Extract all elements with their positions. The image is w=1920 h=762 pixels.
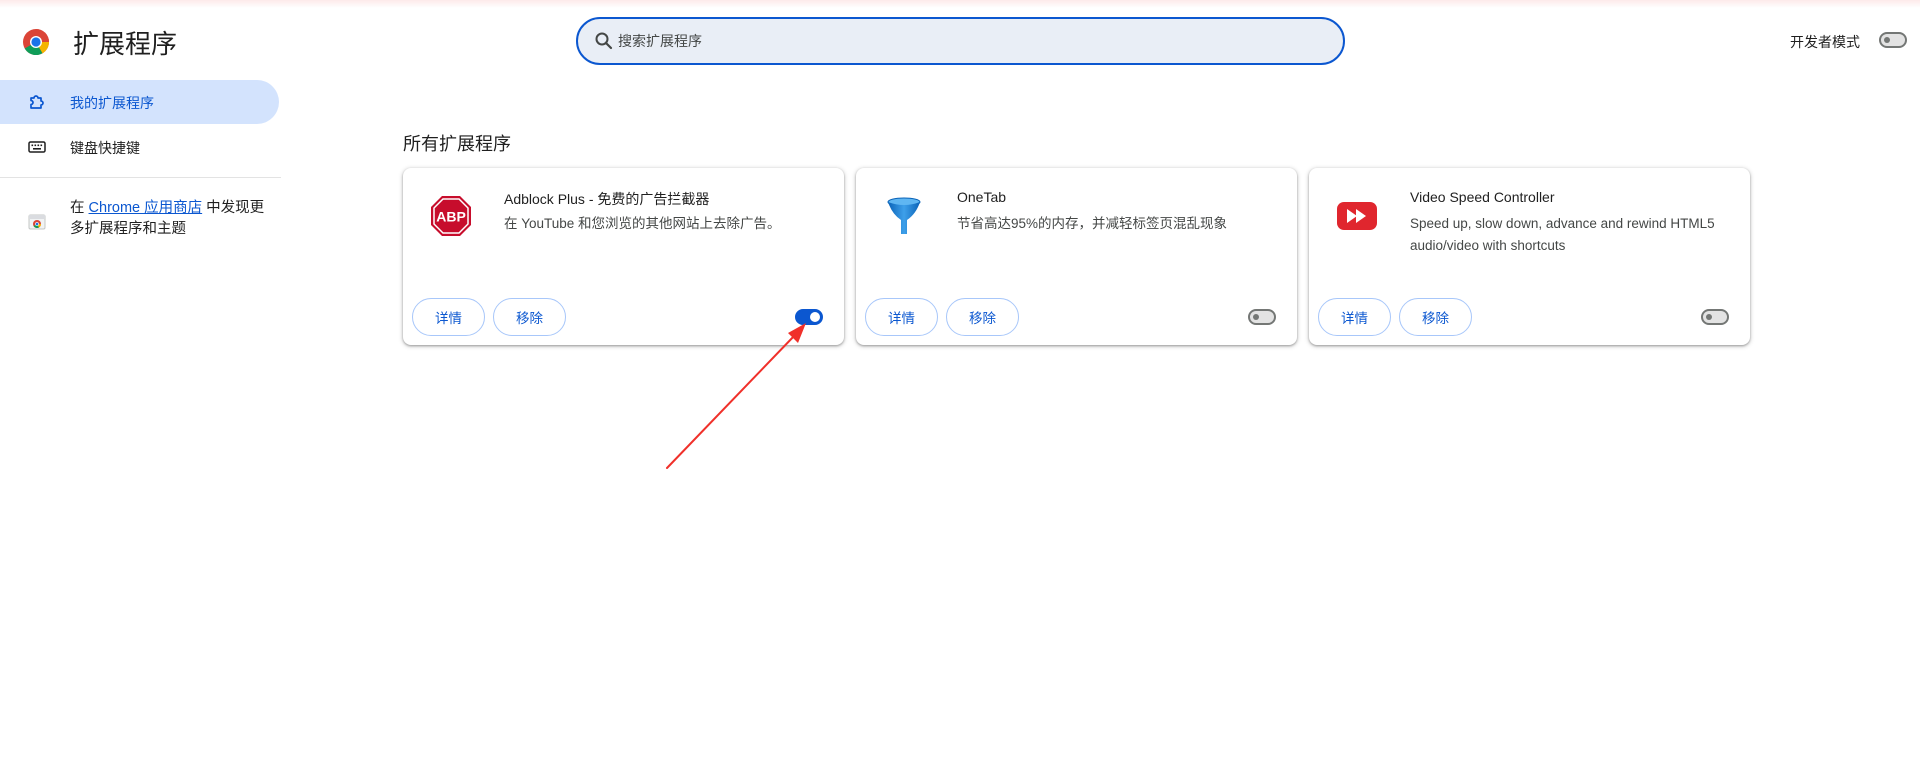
extension-description: Speed up, slow down, advance and rewind … (1410, 216, 1715, 253)
extension-enable-toggle[interactable] (1701, 309, 1729, 325)
extension-description: 节省高达95%的内存，并减轻标签页混乱现象 (957, 216, 1228, 231)
funnel-icon (887, 197, 921, 234)
details-button[interactable]: 详情 (1318, 298, 1391, 336)
extension-card-video-speed-controller: Video Speed Controller Speed up, slow do… (1309, 168, 1750, 345)
search-box[interactable] (576, 17, 1345, 65)
annotation-arrow (666, 323, 806, 469)
store-prefix: 在 (70, 200, 89, 216)
chrome-web-store-link[interactable]: Chrome 应用商店 (89, 200, 203, 216)
sidebar-item-label: 我的扩展程序 (70, 95, 154, 111)
developer-mode-label: 开发者模式 (1790, 34, 1860, 50)
keyboard-icon (28, 141, 46, 153)
top-gradient-strip (0, 0, 1920, 8)
toggle-knob (1884, 37, 1890, 43)
extension-card-onetab: OneTab 节省高达95%的内存，并减轻标签页混乱现象 详情 移除 (856, 168, 1297, 345)
svg-text:ABP: ABP (436, 209, 466, 225)
remove-button[interactable]: 移除 (493, 298, 566, 336)
toggle-knob (1253, 314, 1259, 320)
sidebar-item-my-extensions[interactable]: 我的扩展程序 (0, 80, 279, 124)
toggle-knob (1706, 314, 1712, 320)
page-title: 扩展程序 (73, 29, 178, 59)
extension-enable-toggle[interactable] (795, 309, 823, 325)
web-store-promo: 在 Chrome 应用商店 中发现更多扩展程序和主题 (70, 198, 270, 240)
search-input[interactable] (618, 27, 1318, 55)
extension-enable-toggle[interactable] (1248, 309, 1276, 325)
details-button[interactable]: 详情 (412, 298, 485, 336)
sidebar-item-label: 键盘快捷键 (70, 140, 140, 156)
extension-card-adblock-plus: ABP Adblock Plus - 免费的广告拦截器 在 YouTube 和您… (403, 168, 844, 345)
puzzle-icon (30, 95, 44, 109)
sidebar-divider (0, 177, 281, 178)
sidebar-item-keyboard-shortcuts[interactable]: 键盘快捷键 (0, 125, 279, 169)
chrome-logo-icon (23, 29, 50, 56)
toggle-knob (810, 312, 820, 322)
extension-description: 在 YouTube 和您浏览的其他网站上去除广告。 (504, 216, 781, 231)
extension-name: OneTab (957, 189, 1007, 205)
remove-button[interactable]: 移除 (946, 298, 1019, 336)
remove-button[interactable]: 移除 (1399, 298, 1472, 336)
developer-mode-toggle[interactable] (1879, 32, 1907, 48)
section-title: 所有扩展程序 (403, 134, 511, 154)
extension-name: Video Speed Controller (1410, 189, 1555, 205)
search-icon (595, 32, 613, 50)
web-store-icon (28, 214, 46, 230)
extension-name: Adblock Plus - 免费的广告拦截器 (504, 191, 710, 207)
details-button[interactable]: 详情 (865, 298, 938, 336)
abp-icon: ABP (431, 196, 471, 236)
fast-forward-icon (1337, 202, 1377, 230)
